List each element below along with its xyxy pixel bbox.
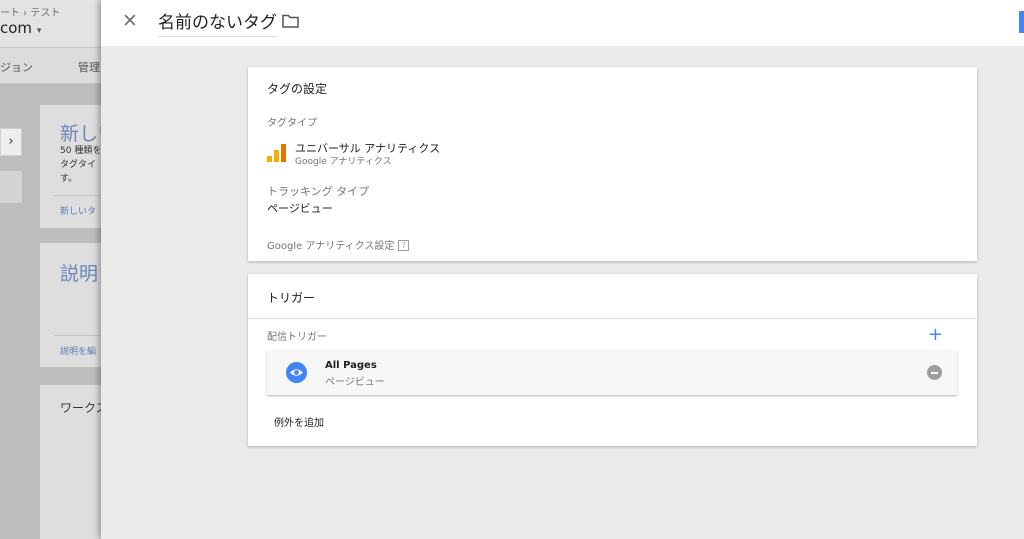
card-title: トリガー	[267, 291, 316, 305]
trigger-type: ページビュー	[325, 377, 385, 388]
background-header: ート › テスト com ▾	[0, 0, 110, 46]
tag-editor-panel: ✕ 名前のないタグ タグの設定 タグタイプ ユニバーサル アナリティクス Goo…	[101, 0, 1024, 539]
triggering-card[interactable]: トリガー 配信トリガー + All Pages ページビュー 例外を追加	[248, 274, 977, 446]
background-nav-versions: ジョン	[0, 61, 33, 74]
save-button[interactable]	[1019, 11, 1024, 33]
background-nav: ジョン 管理	[0, 47, 110, 84]
add-exception-link[interactable]: 例外を追加	[274, 414, 324, 429]
background-side-item	[0, 171, 22, 203]
background-account-name: com	[0, 19, 33, 37]
background-breadcrumb: ート › テスト	[0, 8, 61, 19]
background-card-text: す。	[60, 174, 78, 184]
help-icon[interactable]: ?	[398, 240, 410, 251]
divider	[248, 318, 977, 319]
add-trigger-button[interactable]: +	[928, 325, 943, 345]
tag-type-subtitle: Google アナリティクス	[295, 157, 392, 167]
caret-down-icon: ▾	[36, 26, 42, 36]
background-app: ート › テスト com ▾ ジョン 管理 › 新しい 50 種類を タグタイ …	[0, 0, 110, 539]
ga-settings-field: Google アナリティクス設定?	[267, 237, 410, 252]
background-card-text: 50 種類を	[60, 146, 102, 156]
background-account-selector: com ▾	[0, 19, 41, 37]
ga-settings-label: Google アナリティクス設定	[267, 241, 395, 252]
remove-trigger-icon[interactable]	[927, 365, 942, 380]
background-nav-admin: 管理	[78, 61, 100, 74]
tracking-type-value: ページビュー	[267, 202, 333, 215]
google-analytics-icon	[267, 144, 286, 162]
firing-triggers-label: 配信トリガー	[267, 332, 327, 343]
background-card-new: 新しい 50 種類を タグタイ す。 新しいタ	[40, 105, 110, 228]
close-icon[interactable]: ✕	[119, 10, 141, 32]
tag-type-label: タグタイプ	[267, 118, 317, 129]
background-card-workspace: ワークス	[40, 385, 110, 539]
background-card-title: 説明	[60, 263, 99, 285]
trigger-name: All Pages	[325, 360, 377, 371]
eye-icon	[286, 362, 307, 383]
folder-icon[interactable]	[282, 14, 299, 28]
trigger-row[interactable]: All Pages ページビュー	[267, 350, 957, 395]
background-card-link: 説明を編	[60, 347, 97, 357]
tracking-type-label: トラッキング タイプ	[267, 185, 370, 198]
background-card-description: 説明 説明を編	[40, 243, 110, 367]
chevron-right-icon: ›	[0, 128, 22, 156]
background-card-text: タグタイ	[60, 160, 97, 170]
card-title: タグの設定	[267, 82, 328, 96]
tag-configuration-card[interactable]: タグの設定 タグタイプ ユニバーサル アナリティクス Google アナリティク…	[248, 67, 977, 261]
tag-name-field[interactable]: 名前のないタグ	[158, 8, 277, 37]
panel-header: ✕ 名前のないタグ	[101, 0, 1024, 46]
background-card-link: 新しいタ	[60, 207, 97, 217]
